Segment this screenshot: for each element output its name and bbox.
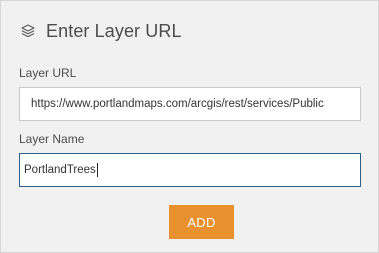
layer-name-value: PortlandTrees bbox=[24, 164, 96, 176]
panel-title: Enter Layer URL bbox=[46, 20, 182, 41]
layer-url-label: Layer URL bbox=[19, 66, 77, 80]
layer-url-value: https://www.portlandmaps.com/arcgis/rest… bbox=[31, 98, 324, 110]
layers-icon bbox=[19, 22, 37, 40]
layer-name-input[interactable]: PortlandTrees bbox=[19, 153, 361, 187]
add-button[interactable]: ADD bbox=[169, 205, 234, 239]
enter-layer-url-panel: Enter Layer URL Layer URL https://www.po… bbox=[0, 0, 379, 253]
layer-name-label: Layer Name bbox=[19, 132, 85, 146]
panel-header: Enter Layer URL bbox=[19, 19, 182, 43]
layer-url-input[interactable]: https://www.portlandmaps.com/arcgis/rest… bbox=[19, 87, 361, 121]
text-caret bbox=[96, 163, 98, 177]
